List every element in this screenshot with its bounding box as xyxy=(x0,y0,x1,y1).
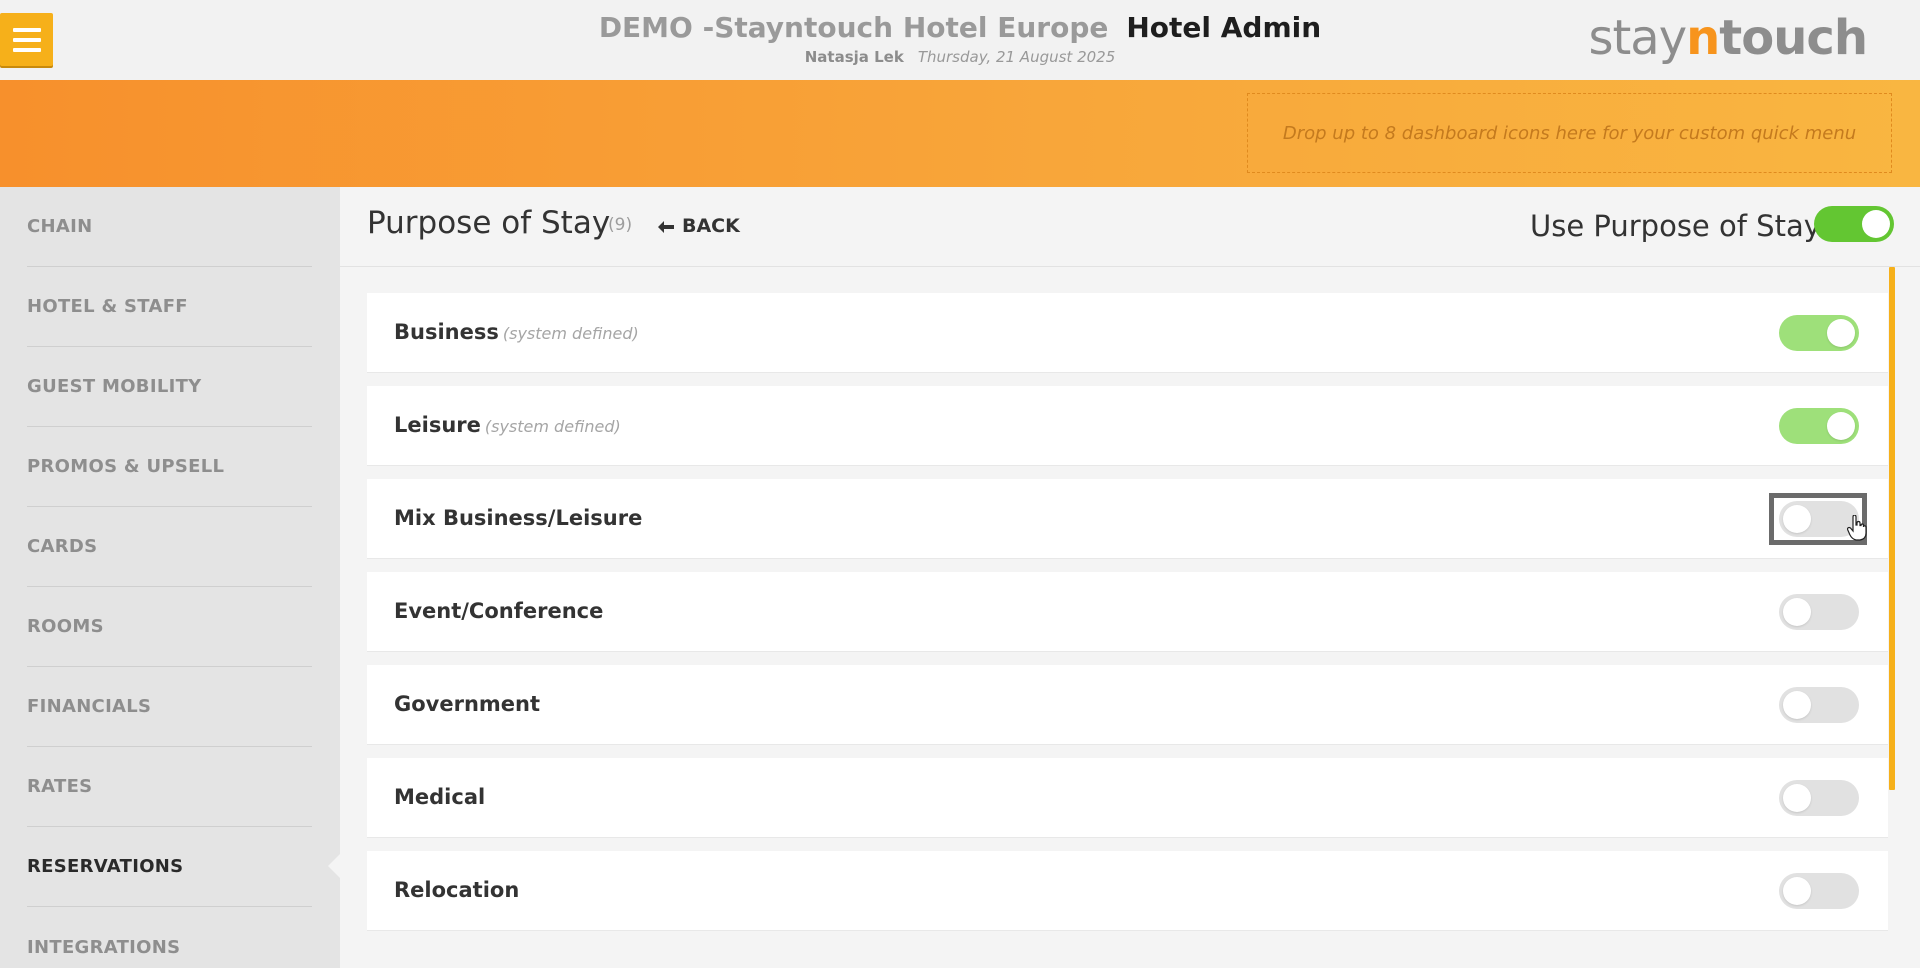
back-label: BACK xyxy=(682,215,740,237)
sidebar-item-chain[interactable]: CHAIN xyxy=(27,187,312,267)
purpose-note: (system defined) xyxy=(484,417,621,436)
content-header: Purpose of Stay (9) BACK Use Purpose of … xyxy=(340,187,1920,267)
toggle-knob xyxy=(1783,877,1811,905)
list-item: Leisure (system defined) xyxy=(367,386,1888,466)
toggle-knob xyxy=(1783,505,1811,533)
arrow-left-icon xyxy=(658,221,674,233)
item-count: (9) xyxy=(608,215,633,235)
list-item: Relocation xyxy=(367,851,1888,931)
toggle-knob xyxy=(1783,784,1811,812)
use-purpose-label: Use Purpose of Stay xyxy=(1530,209,1821,243)
use-purpose-toggle[interactable] xyxy=(1814,206,1894,242)
purpose-name: Government xyxy=(394,692,541,716)
main-content: Purpose of Stay (9) BACK Use Purpose of … xyxy=(340,187,1920,968)
purpose-note: (system defined) xyxy=(502,324,639,343)
purpose-name: Business xyxy=(394,320,499,344)
sidebar-item-promos-upsell[interactable]: PROMOS & UPSELL xyxy=(27,427,312,507)
quick-menu-band: Drop up to 8 dashboard icons here for yo… xyxy=(0,80,1920,187)
purpose-toggle-medical[interactable] xyxy=(1779,780,1859,816)
purpose-toggle-leisure[interactable] xyxy=(1779,408,1859,444)
scrollbar-thumb[interactable] xyxy=(1889,267,1895,790)
sidebar-item-rates[interactable]: RATES xyxy=(27,747,312,827)
back-button[interactable]: BACK xyxy=(658,215,740,237)
admin-sidebar: CHAIN HOTEL & STAFF GUEST MOBILITY PROMO… xyxy=(0,187,340,968)
active-item-pointer xyxy=(328,854,340,878)
hotel-name: DEMO -Stayntouch Hotel Europe xyxy=(598,11,1109,44)
purpose-name: Leisure xyxy=(394,413,481,437)
section-title: Hotel Admin xyxy=(1126,11,1322,44)
top-header: DEMO -Stayntouch Hotel Europe Hotel Admin… xyxy=(0,0,1920,80)
purpose-toggle-relocation[interactable] xyxy=(1779,873,1859,909)
purpose-name: Mix Business/Leisure xyxy=(394,506,643,530)
list-item: Medical xyxy=(367,758,1888,838)
stayntouch-logo: stayntouch xyxy=(1588,10,1868,66)
purpose-name: Relocation xyxy=(394,878,520,902)
toggle-knob xyxy=(1783,598,1811,626)
purpose-toggle-event-conference[interactable] xyxy=(1779,594,1859,630)
sidebar-item-hotel-staff[interactable]: HOTEL & STAFF xyxy=(27,267,312,347)
hand-cursor-icon xyxy=(1847,515,1867,541)
purpose-toggle-government[interactable] xyxy=(1779,687,1859,723)
business-date: Thursday, 21 August 2025 xyxy=(917,48,1116,66)
user-name: Natasja Lek xyxy=(804,48,904,66)
purpose-toggle-business[interactable] xyxy=(1779,315,1859,351)
sidebar-item-integrations[interactable]: INTEGRATIONS xyxy=(27,907,312,968)
sidebar-item-financials[interactable]: FINANCIALS xyxy=(27,667,312,747)
list-item: Business (system defined) xyxy=(367,293,1888,373)
sidebar-item-cards[interactable]: CARDS xyxy=(27,507,312,587)
page-title: Purpose of Stay xyxy=(367,205,611,241)
purpose-name: Medical xyxy=(394,785,486,809)
quick-menu-dropzone[interactable]: Drop up to 8 dashboard icons here for yo… xyxy=(1247,93,1892,173)
toggle-knob xyxy=(1783,691,1811,719)
dropzone-placeholder: Drop up to 8 dashboard icons here for yo… xyxy=(1282,122,1857,144)
toggle-knob xyxy=(1862,210,1890,238)
toggle-knob xyxy=(1827,319,1855,347)
toggle-knob xyxy=(1827,412,1855,440)
list-item: Government xyxy=(367,665,1888,745)
sidebar-item-reservations[interactable]: RESERVATIONS xyxy=(27,827,312,907)
sidebar-item-rooms[interactable]: ROOMS xyxy=(27,587,312,667)
list-item: Event/Conference xyxy=(367,572,1888,652)
purpose-name: Event/Conference xyxy=(394,599,604,623)
sidebar-item-guest-mobility[interactable]: GUEST MOBILITY xyxy=(27,347,312,427)
list-item: Mix Business/Leisure xyxy=(367,479,1888,559)
